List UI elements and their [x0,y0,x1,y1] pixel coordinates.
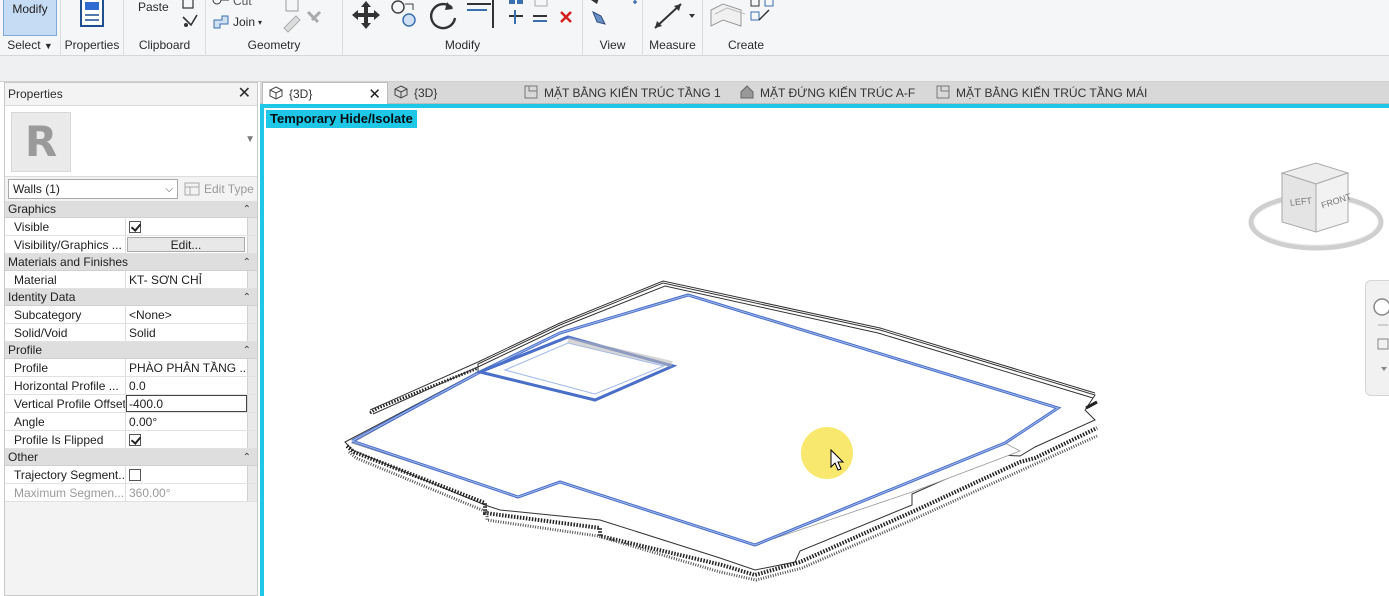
roof-slab[interactable] [351,294,1059,546]
model-scene[interactable]: LEFT FRONT [0,0,1389,596]
viewcube[interactable]: LEFT FRONT [1248,162,1384,251]
cursor-highlight [801,427,853,479]
navigation-bar[interactable] [1365,280,1389,396]
navigation-bar-icons [1373,298,1389,371]
3d-viewport[interactable]: Temporary Hide/Isolate LEFT FRONT [260,104,1389,596]
